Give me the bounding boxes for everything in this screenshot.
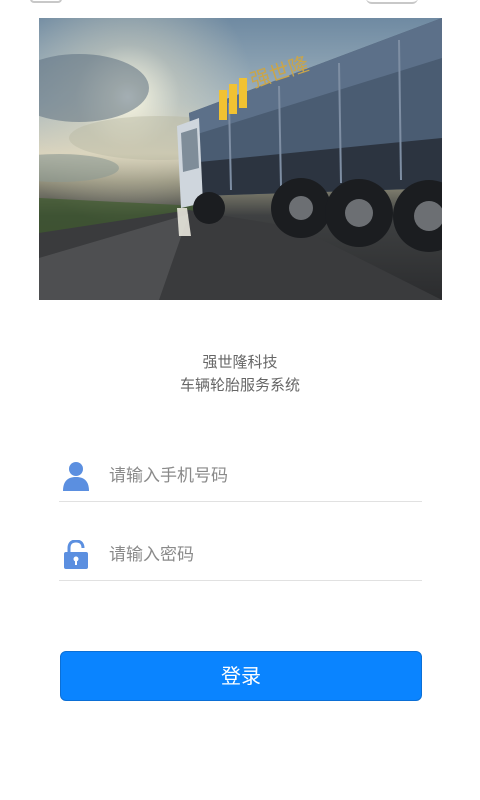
status-bar bbox=[0, 0, 480, 18]
phone-input[interactable] bbox=[109, 461, 409, 491]
company-name: 强世隆科技 bbox=[202, 353, 278, 371]
truck-road-illustration: 强世隆 bbox=[39, 18, 442, 300]
system-name: 车辆轮胎服务系统 bbox=[179, 376, 300, 394]
login-button[interactable]: 登录 bbox=[60, 651, 422, 701]
phone-field[interactable] bbox=[59, 451, 422, 502]
status-bar-fragment bbox=[30, 0, 62, 3]
status-bar-fragment bbox=[366, 0, 418, 4]
lock-icon bbox=[63, 539, 89, 570]
hero-image: 强世隆 bbox=[39, 18, 442, 300]
user-icon bbox=[63, 461, 89, 491]
password-input[interactable] bbox=[109, 540, 409, 570]
password-field[interactable] bbox=[59, 530, 422, 581]
